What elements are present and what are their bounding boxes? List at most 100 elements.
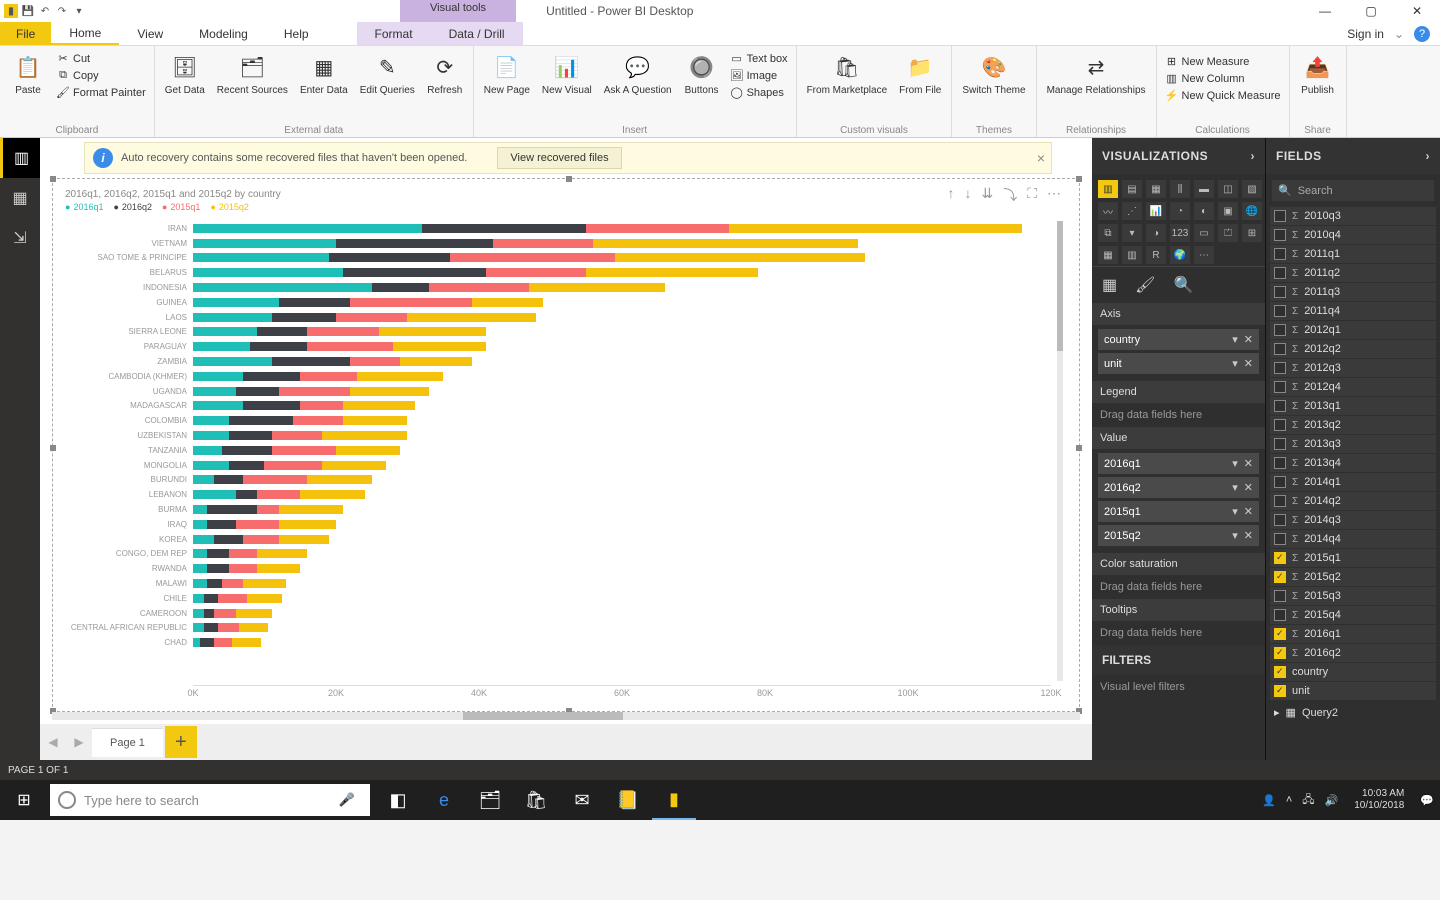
buttons-button[interactable]: 🔘Buttons bbox=[680, 48, 724, 96]
bar-segment[interactable] bbox=[279, 505, 343, 514]
bar-stack[interactable] bbox=[193, 401, 1051, 410]
field-item[interactable]: Σ2011q4 bbox=[1270, 302, 1436, 320]
tab-home[interactable]: Home bbox=[51, 22, 119, 45]
pill-remove-icon[interactable]: ✕ bbox=[1244, 481, 1253, 494]
bar-segment[interactable] bbox=[232, 638, 261, 647]
field-item[interactable]: unit bbox=[1270, 682, 1436, 700]
get-data-button[interactable]: 🗄Get Data bbox=[161, 48, 209, 96]
file-tab[interactable]: File bbox=[0, 22, 51, 45]
bar-segment[interactable] bbox=[300, 372, 357, 381]
bar-segment[interactable] bbox=[343, 401, 414, 410]
bar-segment[interactable] bbox=[429, 283, 529, 292]
legend-item[interactable]: 2016q2 bbox=[113, 202, 151, 212]
bar-stack[interactable] bbox=[193, 549, 1051, 558]
field-checkbox[interactable] bbox=[1274, 305, 1286, 317]
bar-segment[interactable] bbox=[300, 490, 364, 499]
legend-item[interactable]: 2015q1 bbox=[162, 202, 200, 212]
bar-segment[interactable] bbox=[236, 387, 279, 396]
bar-segment[interactable] bbox=[214, 475, 243, 484]
bar-segment[interactable] bbox=[193, 505, 207, 514]
bar-segment[interactable] bbox=[207, 520, 236, 529]
field-checkbox[interactable] bbox=[1274, 666, 1286, 678]
visual-type-icon[interactable]: ⊞ bbox=[1242, 224, 1262, 242]
bar-segment[interactable] bbox=[343, 416, 407, 425]
bar-segment[interactable] bbox=[193, 446, 222, 455]
bar-segment[interactable] bbox=[336, 446, 400, 455]
bar-segment[interactable] bbox=[272, 313, 336, 322]
bar-stack[interactable] bbox=[193, 638, 1051, 647]
field-item[interactable]: Σ2014q1 bbox=[1270, 473, 1436, 491]
bar-segment[interactable] bbox=[243, 372, 300, 381]
table-node[interactable]: ▸▦Query2 bbox=[1270, 701, 1436, 724]
bar-segment[interactable] bbox=[193, 224, 422, 233]
bar-segment[interactable] bbox=[214, 638, 232, 647]
expand-down-icon[interactable]: ⇊ bbox=[981, 185, 993, 205]
focus-mode-icon[interactable]: ⛶ bbox=[1027, 185, 1037, 205]
canvas-scrollbar-horizontal[interactable] bbox=[52, 712, 1080, 720]
visual-type-icon[interactable]: ▧ bbox=[1242, 180, 1262, 198]
field-item[interactable]: Σ2014q2 bbox=[1270, 492, 1436, 510]
bar-segment[interactable] bbox=[250, 342, 307, 351]
ask-question-button[interactable]: 💬Ask A Question bbox=[600, 48, 676, 96]
bar-segment[interactable] bbox=[207, 564, 228, 573]
bar-segment[interactable] bbox=[193, 387, 236, 396]
bar-segment[interactable] bbox=[239, 623, 268, 632]
bar-segment[interactable] bbox=[257, 564, 300, 573]
field-item[interactable]: Σ2011q1 bbox=[1270, 245, 1436, 263]
field-item[interactable]: Σ2014q3 bbox=[1270, 511, 1436, 529]
visual-type-icon[interactable]: ◫ bbox=[1218, 180, 1238, 198]
pill-dropdown-icon[interactable]: ▾ bbox=[1232, 457, 1238, 470]
visual-type-icon[interactable]: ⧉ bbox=[1098, 224, 1118, 242]
notifications-icon[interactable]: 💬 bbox=[1420, 794, 1434, 807]
cut-button[interactable]: ✂Cut bbox=[54, 51, 148, 67]
pill-dropdown-icon[interactable]: ▾ bbox=[1232, 505, 1238, 518]
drill-down-icon[interactable]: ↓ bbox=[964, 185, 971, 205]
bar-stack[interactable] bbox=[193, 623, 1051, 632]
bar-segment[interactable] bbox=[204, 623, 218, 632]
field-checkbox[interactable] bbox=[1274, 286, 1286, 298]
bar-stack[interactable] bbox=[193, 372, 1051, 381]
add-page-button[interactable]: + bbox=[165, 726, 197, 758]
visual-type-icon[interactable]: ⋯ bbox=[1194, 246, 1214, 264]
visual-type-icon[interactable]: ⫼ bbox=[1170, 180, 1190, 198]
bar-segment[interactable] bbox=[493, 239, 593, 248]
bar-segment[interactable] bbox=[204, 609, 215, 618]
maximize-button[interactable]: ▢ bbox=[1348, 0, 1394, 22]
bar-stack[interactable] bbox=[193, 224, 1051, 233]
bar-segment[interactable] bbox=[193, 638, 200, 647]
visual-type-icon[interactable]: 📊 bbox=[1146, 202, 1166, 220]
bar-segment[interactable] bbox=[279, 535, 329, 544]
redo-icon[interactable]: ↷ bbox=[55, 4, 69, 18]
bar-segment[interactable] bbox=[279, 387, 350, 396]
bar-segment[interactable] bbox=[229, 564, 258, 573]
bar-segment[interactable] bbox=[193, 372, 243, 381]
visual-type-icon[interactable]: 123 bbox=[1170, 224, 1190, 242]
bar-segment[interactable] bbox=[193, 239, 336, 248]
field-checkbox[interactable] bbox=[1274, 229, 1286, 241]
bar-segment[interactable] bbox=[193, 609, 204, 618]
bar-segment[interactable] bbox=[257, 549, 307, 558]
field-checkbox[interactable] bbox=[1274, 552, 1286, 564]
field-checkbox[interactable] bbox=[1274, 324, 1286, 336]
bar-segment[interactable] bbox=[307, 342, 393, 351]
field-checkbox[interactable] bbox=[1274, 628, 1286, 640]
bar-segment[interactable] bbox=[193, 579, 207, 588]
recent-sources-button[interactable]: 🗂Recent Sources bbox=[213, 48, 292, 96]
bar-segment[interactable] bbox=[729, 224, 1022, 233]
collapse-fields-icon[interactable]: › bbox=[1426, 149, 1431, 163]
bar-segment[interactable] bbox=[247, 594, 283, 603]
visual-type-icon[interactable]: ▦ bbox=[1098, 246, 1118, 264]
bar-segment[interactable] bbox=[379, 327, 486, 336]
pill-remove-icon[interactable]: ✕ bbox=[1244, 505, 1253, 518]
field-item[interactable]: Σ2013q1 bbox=[1270, 397, 1436, 415]
view-recovered-button[interactable]: View recovered files bbox=[497, 147, 621, 169]
bar-segment[interactable] bbox=[207, 505, 257, 514]
bar-segment[interactable] bbox=[322, 431, 408, 440]
bar-segment[interactable] bbox=[193, 594, 204, 603]
refresh-button[interactable]: ⟳Refresh bbox=[423, 48, 467, 96]
new-column-button[interactable]: ▥New Column bbox=[1163, 71, 1283, 87]
powerbi-taskbar-icon[interactable]: ▮ bbox=[652, 780, 696, 820]
pill-dropdown-icon[interactable]: ▾ bbox=[1232, 481, 1238, 494]
bar-segment[interactable] bbox=[329, 253, 451, 262]
bar-segment[interactable] bbox=[472, 298, 543, 307]
